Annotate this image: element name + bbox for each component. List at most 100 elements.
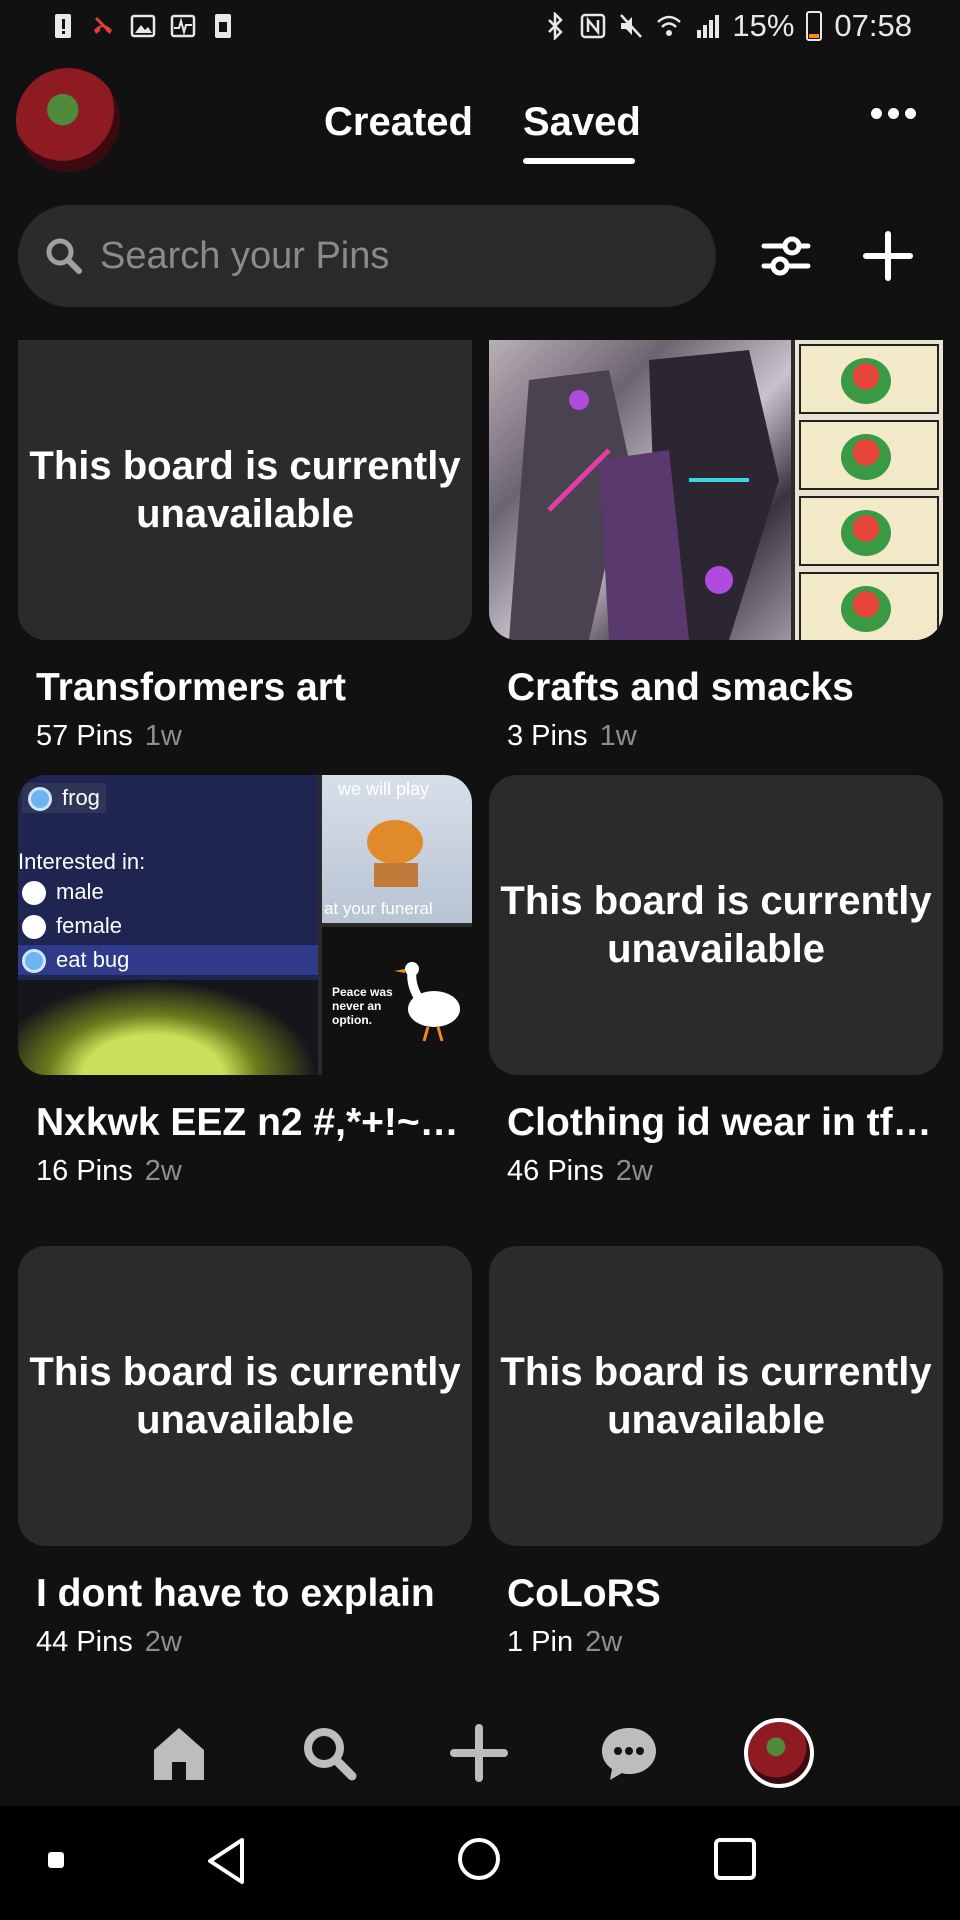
board-title: Transformers art bbox=[36, 666, 346, 709]
unavailable-message: This board is currently unavailable bbox=[500, 879, 932, 971]
activity-icon bbox=[170, 14, 196, 38]
status-bar: 15% 07:58 bbox=[0, 0, 960, 56]
goose-image: Peace was never an option. bbox=[322, 927, 472, 1075]
meme-caption: at your funeral bbox=[324, 899, 433, 918]
search-icon[interactable] bbox=[296, 1720, 362, 1786]
back-icon[interactable] bbox=[204, 1836, 248, 1886]
board-cover[interactable]: frog Interested in: male female eat bug … bbox=[18, 775, 472, 1075]
meme-option: eat bug bbox=[18, 945, 318, 976]
meme-option-label: female bbox=[56, 913, 123, 938]
clock: 07:58 bbox=[834, 8, 912, 43]
board-age: 2w bbox=[144, 1155, 182, 1187]
board-cover[interactable]: This board is currently unavailable bbox=[18, 1246, 472, 1546]
goose-illustration bbox=[394, 962, 460, 1042]
search-bar[interactable] bbox=[18, 205, 716, 307]
meme-options-panel: frog Interested in: male female eat bug bbox=[18, 775, 318, 980]
pin-count: 57 Pins bbox=[36, 720, 133, 752]
board-meta: 46 Pins 2w bbox=[507, 1155, 943, 1188]
active-tab-indicator bbox=[523, 158, 635, 164]
add-icon[interactable] bbox=[862, 230, 914, 282]
meme-option-label: frog bbox=[62, 785, 100, 810]
board-card[interactable]: frog Interested in: male female eat bug … bbox=[18, 775, 472, 1188]
battery-icon bbox=[806, 11, 823, 41]
unavailable-message: This board is currently unavailable bbox=[29, 1350, 461, 1442]
board-title: Clothing id wear in tf… bbox=[507, 1101, 932, 1144]
board-cover[interactable]: This board is currently unavailable bbox=[489, 1246, 943, 1546]
unavailable-message: This board is currently unavailable bbox=[500, 1350, 932, 1442]
comic-panel bbox=[799, 420, 939, 490]
board-meta: 1 Pin 2w bbox=[507, 1626, 943, 1659]
system-navigation-bar bbox=[0, 1806, 960, 1920]
board-card[interactable]: This board is currently unavailable Clot… bbox=[489, 775, 943, 1188]
board-cover[interactable]: This board is currently unavailable bbox=[489, 775, 943, 1075]
frog-image bbox=[18, 980, 318, 1075]
pin-count: 16 Pins bbox=[36, 1155, 133, 1187]
board-meta: 44 Pins 2w bbox=[36, 1626, 472, 1659]
board-card[interactable]: Crafts and smacks 3 Pins 1w bbox=[489, 340, 943, 753]
board-cover[interactable]: This board is currently unavailable bbox=[18, 340, 472, 640]
pin-count: 44 Pins bbox=[36, 1626, 133, 1658]
profile-header: Created Saved bbox=[0, 56, 960, 176]
profile-avatar[interactable] bbox=[744, 1718, 814, 1788]
more-dot bbox=[871, 108, 882, 119]
home-icon[interactable] bbox=[146, 1720, 212, 1786]
create-icon[interactable] bbox=[446, 1720, 512, 1786]
pin-count: 1 Pin bbox=[507, 1626, 574, 1658]
board-cover[interactable] bbox=[489, 340, 943, 640]
alert-icon bbox=[55, 14, 71, 38]
search-icon bbox=[46, 238, 82, 274]
meme-option: male bbox=[22, 879, 104, 906]
board-title: Nxkwk EEZ n2 #,*+!~… bbox=[36, 1101, 459, 1144]
search-input[interactable] bbox=[100, 234, 660, 278]
meme-option: frog bbox=[22, 783, 106, 814]
meme-figure bbox=[367, 820, 423, 864]
dot-icon[interactable] bbox=[48, 1852, 64, 1868]
sim-icon bbox=[215, 14, 231, 38]
board-age: 1w bbox=[144, 720, 182, 752]
pin-count: 46 Pins bbox=[507, 1155, 604, 1187]
bluetooth-icon bbox=[548, 12, 564, 40]
meme-figure-base bbox=[374, 863, 418, 887]
board-age: 2w bbox=[144, 1626, 182, 1658]
meme-interested-label: Interested in: bbox=[18, 849, 146, 874]
board-meta: 16 Pins 2w bbox=[36, 1155, 472, 1188]
unavailable-message: This board is currently unavailable bbox=[29, 444, 461, 536]
bottom-navigation bbox=[0, 1700, 960, 1806]
board-card[interactable]: This board is currently unavailable Tran… bbox=[18, 340, 472, 753]
board-age: 2w bbox=[585, 1626, 623, 1658]
chat-icon[interactable] bbox=[596, 1720, 662, 1786]
board-title: I dont have to explain bbox=[36, 1572, 435, 1615]
board-age: 2w bbox=[615, 1155, 653, 1187]
board-age: 1w bbox=[599, 720, 637, 752]
more-options-button[interactable] bbox=[871, 108, 916, 119]
tab-created[interactable]: Created bbox=[324, 100, 473, 145]
filter-icon[interactable] bbox=[760, 230, 812, 282]
more-dot bbox=[888, 108, 899, 119]
cover-artwork bbox=[489, 340, 791, 640]
wifi-icon bbox=[657, 15, 682, 36]
meme-image: we will play at your funeral bbox=[322, 775, 472, 923]
comic-panel bbox=[799, 496, 939, 566]
signal-icon bbox=[697, 15, 720, 38]
home-button-icon[interactable] bbox=[456, 1836, 502, 1882]
meme-option-label: eat bug bbox=[56, 947, 130, 972]
mute-icon bbox=[620, 14, 643, 38]
battery-percent: 15% bbox=[732, 8, 795, 43]
board-meta: 57 Pins 1w bbox=[36, 720, 472, 753]
tab-saved[interactable]: Saved bbox=[523, 100, 641, 145]
meme-caption: we will play bbox=[338, 779, 430, 799]
artwork-illustration bbox=[509, 350, 779, 640]
comic-panel bbox=[799, 572, 939, 640]
profile-avatar[interactable] bbox=[16, 68, 120, 172]
nfc-icon bbox=[581, 13, 606, 39]
board-meta: 3 Pins 1w bbox=[507, 720, 943, 753]
comic-panel bbox=[799, 344, 939, 414]
recents-icon[interactable] bbox=[712, 1836, 758, 1882]
more-dot bbox=[905, 108, 916, 119]
board-card[interactable]: This board is currently unavailable I do… bbox=[18, 1246, 472, 1659]
meme-option-label: male bbox=[56, 879, 104, 904]
missed-call-icon bbox=[94, 16, 112, 34]
gallery-icon bbox=[130, 14, 156, 38]
status-left-icons bbox=[50, 12, 236, 40]
board-card[interactable]: This board is currently unavailable CoLo… bbox=[489, 1246, 943, 1659]
